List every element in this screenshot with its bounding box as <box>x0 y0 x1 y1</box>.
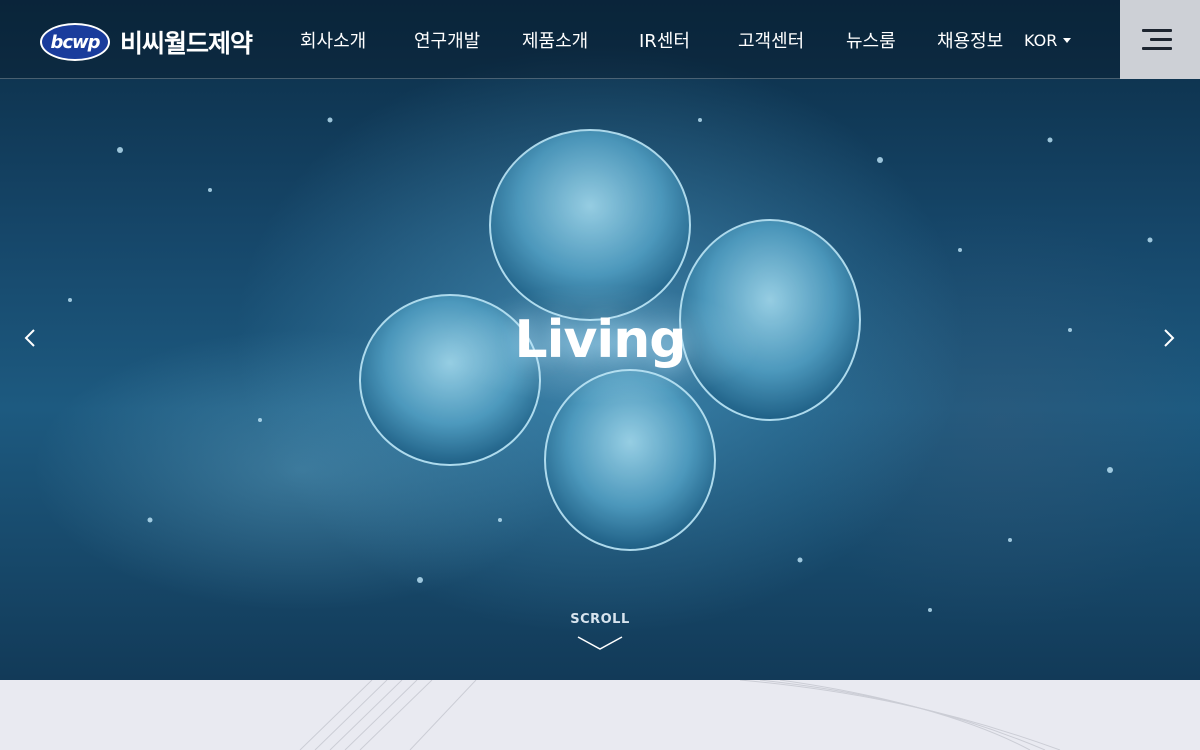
nav-item-research[interactable]: 연구개발 <box>414 27 480 53</box>
nav-item-customer-center[interactable]: 고객센터 <box>738 27 804 53</box>
scroll-indicator[interactable]: SCROLL <box>560 612 640 651</box>
hamburger-menu-icon <box>1142 29 1172 32</box>
nav-item-newsroom[interactable]: 뉴스룸 <box>846 27 896 53</box>
logo-text: 비씨월드제약 <box>120 29 253 58</box>
chevron-down-icon <box>577 636 623 650</box>
logo-mark: bcwp <box>40 23 110 61</box>
nav-item-ir-center[interactable]: IR센터 <box>639 27 690 53</box>
scroll-label: SCROLL <box>570 612 630 627</box>
language-selector[interactable]: KOR <box>1024 31 1072 50</box>
decorative-lines <box>299 680 1061 750</box>
site-header: bcwp 비씨월드제약 회사소개 연구개발 제품소개 IR센터 고객센터 뉴스룸… <box>0 0 1200 79</box>
nav-item-company[interactable]: 회사소개 <box>300 27 366 53</box>
language-label: KOR <box>1024 31 1058 50</box>
caret-down-icon <box>1063 38 1072 43</box>
hero-title: Living <box>514 310 687 370</box>
nav-item-careers[interactable]: 채용정보 <box>937 27 1003 53</box>
nav-item-products[interactable]: 제품소개 <box>522 27 588 53</box>
hamburger-menu-icon-bar <box>1142 47 1172 50</box>
hamburger-menu-icon-bar <box>1150 38 1172 41</box>
lower-section <box>0 680 1200 750</box>
hero-slider: bcwp 비씨월드제약 회사소개 연구개발 제품소개 IR센터 고객센터 뉴스룸… <box>0 0 1200 680</box>
hamburger-menu-button[interactable] <box>1120 0 1200 79</box>
brand-logo[interactable]: bcwp 비씨월드제약 <box>40 22 280 62</box>
